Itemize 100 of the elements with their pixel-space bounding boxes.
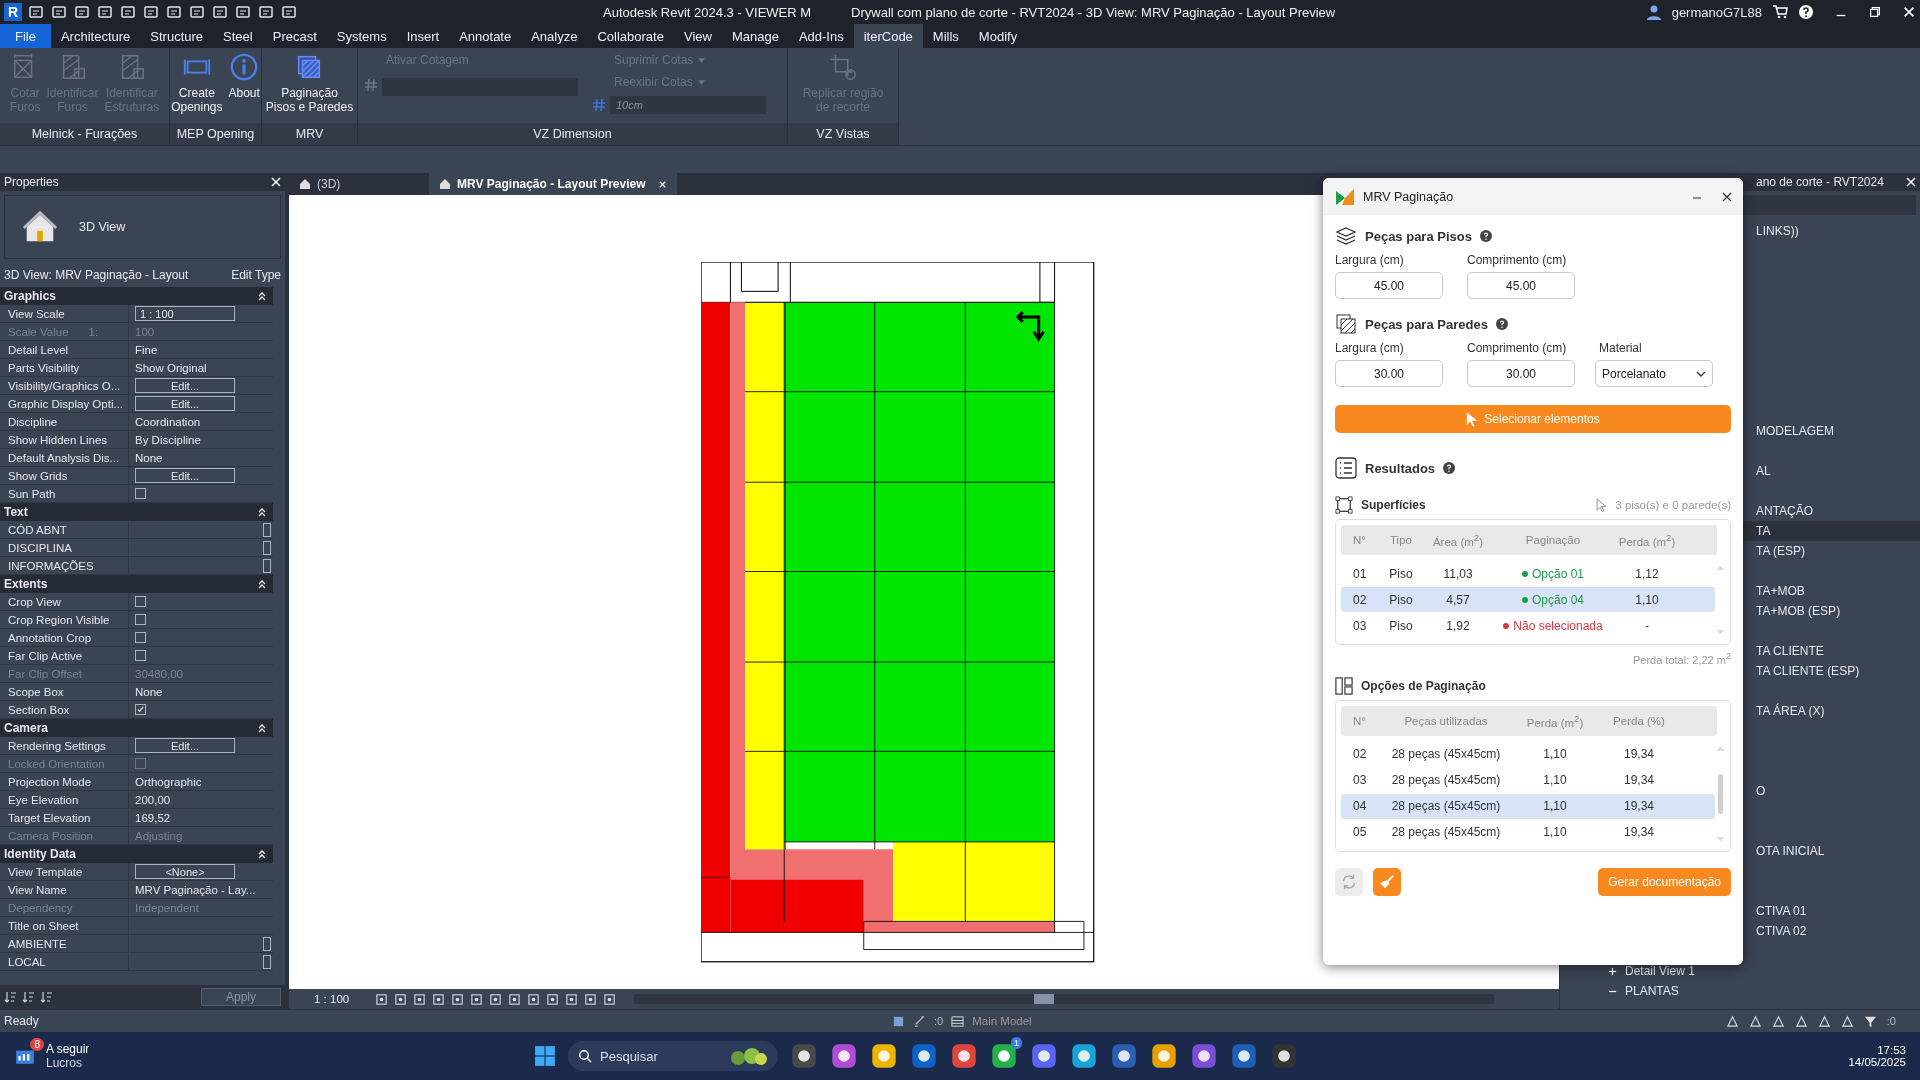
table-cell-text: 02 — [1352, 747, 1368, 762]
field-label: Comprimento (cm) — [1467, 253, 1568, 267]
property-label: Scale Value — [8, 325, 69, 338]
table-cell-text: 1,10 — [1542, 747, 1568, 762]
panel-title: VZ Vistas — [788, 123, 898, 145]
property-label: Graphic Display Opti... — [8, 397, 124, 410]
property-label: Title on Sheet — [8, 919, 79, 932]
table-cell-text: 4,57 — [1445, 592, 1471, 607]
property-label: Show Grids — [8, 469, 68, 482]
section-title: Superfícies — [1361, 498, 1426, 512]
property-label: View Name — [8, 883, 67, 896]
selection-summary: 3 piso(s) e 0 parede(s) — [1615, 499, 1731, 511]
column-header: Perda (m$^{2}$) — [1525, 712, 1585, 729]
widget-subtitle: Lucros — [46, 1056, 84, 1070]
table-cell-text: 05 — [1352, 825, 1368, 840]
property-label: Dependency — [8, 901, 73, 914]
property-label: Visibility/Graphics O... — [8, 379, 121, 392]
table-cell-text: Piso — [1388, 618, 1414, 633]
property-label: Annotation Crop — [8, 631, 92, 644]
table-cell-text: 04 — [1352, 799, 1368, 814]
property-unit: 1: — [88, 325, 99, 338]
column-header: Peças utilizadas — [1403, 714, 1489, 727]
table-cell-text: 03 — [1352, 773, 1368, 788]
table-cell-text: 1,10 — [1542, 825, 1568, 840]
column-header: Perda (m$^{2}$) — [1617, 532, 1677, 548]
column-header: N° — [1352, 534, 1367, 546]
panel-title: Melnick - Furações — [0, 123, 169, 145]
table-cell-text: 01 — [1352, 566, 1368, 581]
property-label: AMBIENTE — [8, 937, 67, 950]
property-label: Crop View — [8, 595, 61, 608]
section-title: Opções de Paginação — [1361, 678, 1486, 693]
app-title: Autodesk Revit 2024.3 - VIEWER M — [603, 4, 812, 20]
property-label: INFORMAÇÕES — [8, 559, 94, 572]
property-label: Crop Region Visible — [8, 613, 110, 626]
panel-title: MRV — [262, 123, 357, 145]
property-label: CÓD ABNT — [8, 523, 67, 536]
table-cell-text: 28 peças (45x45cm) — [1390, 799, 1502, 814]
status-text: Opção 04 — [1531, 592, 1584, 607]
property-label: Sun Path — [8, 487, 56, 500]
panel-title: MEP Opening — [170, 123, 261, 145]
notification-badge: 1 — [1011, 1037, 1022, 1049]
table-cell-text: - — [1644, 618, 1650, 633]
property-label: Section Box — [8, 703, 70, 716]
dialog-title: MRV Paginação — [1363, 189, 1455, 204]
status-text: Ready — [4, 1014, 40, 1028]
table-cell-text: 02 — [1352, 592, 1368, 607]
property-label: Detail Level — [8, 343, 69, 356]
property-label: Far Clip Active — [8, 649, 83, 662]
property-label: Eye Elevation — [8, 793, 79, 806]
panel-title: Properties — [4, 175, 59, 189]
status-text: Opção 01 — [1531, 566, 1584, 581]
property-label: DISCIPLINA — [8, 541, 72, 554]
property-label: Far Clip Offset — [8, 667, 82, 680]
section-title: Peças para Paredes — [1365, 316, 1488, 332]
table-cell-text: Piso — [1388, 592, 1414, 607]
total-loss: Perda total: 2,22 m$^{2}$ — [1632, 651, 1731, 666]
property-label: Target Elevation — [8, 811, 91, 824]
column-header: Área (m$^{2}$) — [1431, 532, 1485, 548]
column-header: N° — [1352, 714, 1367, 727]
table-cell-text: 19,34 — [1623, 825, 1655, 840]
table-cell-text: 1,92 — [1445, 618, 1471, 633]
property-label: View Scale — [8, 307, 65, 320]
table-cell-text: 19,34 — [1623, 799, 1655, 814]
table-cell-text: 1,10 — [1634, 592, 1660, 607]
property-label: Rendering Settings — [8, 739, 106, 752]
property-label: Show Hidden Lines — [8, 433, 108, 446]
property-label: Default Analysis Dis... — [8, 451, 120, 464]
table-cell-text: 28 peças (45x45cm) — [1390, 747, 1502, 762]
table-cell-text: 1,12 — [1634, 566, 1660, 581]
property-label: Parts Visibility — [8, 361, 80, 374]
panel-title: VZ Dimension — [358, 123, 787, 145]
property-label: Discipline — [8, 415, 58, 428]
table-cell-text: 03 — [1352, 618, 1368, 633]
field-label: Comprimento (cm) — [1467, 341, 1568, 355]
column-header: Tipo — [1389, 534, 1413, 546]
property-label: Locked Orientation — [8, 757, 105, 770]
table-cell-text: 11,03 — [1442, 566, 1474, 581]
field-label: Material — [1599, 341, 1643, 355]
notification-badge: 8 — [30, 1038, 44, 1051]
document-title: Drywall com plano de corte - RVT2024 - 3D View: MRV Paginação - Layout Preview — [851, 4, 1336, 20]
filter-count: :0 — [1886, 1015, 1896, 1027]
status-count: :0 — [934, 1015, 944, 1027]
table-cell-text: 19,34 — [1623, 747, 1655, 762]
property-label: Scope Box — [8, 685, 64, 698]
section-title: Resultados — [1365, 460, 1436, 476]
table-cell-text: 1,10 — [1542, 773, 1568, 788]
status-text: Não selecionada — [1513, 618, 1603, 633]
table-cell-text: Piso — [1388, 566, 1414, 581]
property-label: LOCAL — [8, 955, 46, 968]
table-cell-text: 1,10 — [1542, 799, 1568, 814]
field-label: Largura (cm) — [1335, 341, 1405, 355]
property-label: Camera Position — [8, 829, 93, 842]
property-label: Projection Mode — [8, 775, 92, 788]
column-header: Perda (%) — [1612, 714, 1666, 727]
table-cell-text: 28 peças (45x45cm) — [1390, 773, 1502, 788]
property-label: View Template — [8, 865, 83, 878]
column-header: Paginação — [1524, 534, 1582, 546]
table-cell-text: 19,34 — [1623, 773, 1655, 788]
field-label: Largura (cm) — [1335, 253, 1405, 267]
table-cell-text: 28 peças (45x45cm) — [1390, 825, 1502, 840]
